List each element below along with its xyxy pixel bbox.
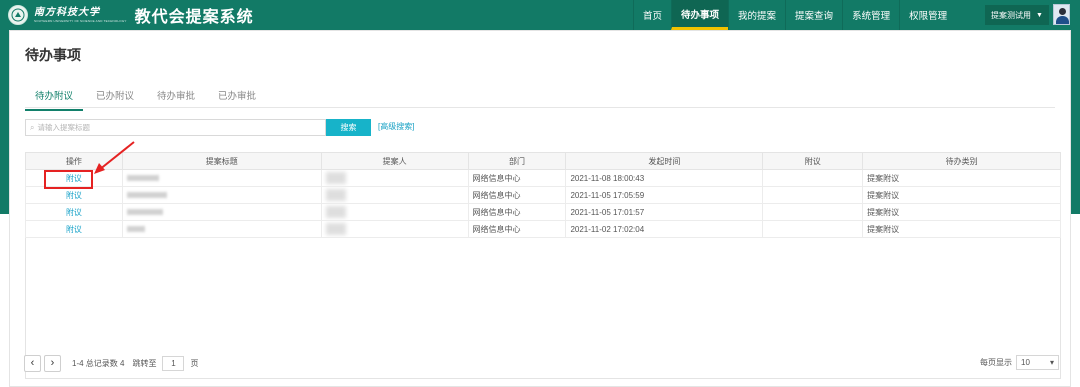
main-panel: 待办事项 待办附议 已办附议 待办审批 已办审批 ⌕ 请输入提案标题 搜索 [高…: [9, 30, 1071, 387]
page-jump-input[interactable]: 1: [162, 355, 185, 371]
col-category[interactable]: 待办类别: [862, 152, 1061, 170]
table-row[interactable]: 附议 网络信息中心 2021-11-08 18:00:43 提案附议: [25, 169, 1061, 187]
emblem-icon: [11, 8, 25, 22]
second-cell: [762, 203, 864, 221]
caret-down-icon: ▾: [1049, 358, 1054, 367]
dept-cell: 网络信息中心: [467, 203, 567, 221]
table-row[interactable]: 附议 网络信息中心 2021-11-02 17:02:04 提案附议: [25, 220, 1061, 238]
nav-proposal-search[interactable]: 提案查询: [785, 0, 842, 30]
col-second[interactable]: 附议: [762, 152, 864, 170]
highlight-box: [44, 170, 93, 189]
search-input[interactable]: ⌕ 请输入提案标题: [25, 119, 326, 136]
nav-permission-admin[interactable]: 权限管理: [899, 0, 956, 30]
second-cell: [762, 220, 864, 238]
nav-my-proposals[interactable]: 我的提案: [728, 0, 785, 30]
redacted-title: [126, 192, 167, 199]
jump-label: 跳转至: [132, 358, 157, 368]
per-page: 每页显示 10 ▾: [980, 355, 1059, 370]
time-cell: 2021-11-05 17:05:59: [565, 186, 764, 204]
university-name-en: SOUTHERN UNIVERSITY OF SCIENCE AND TECHN…: [34, 18, 127, 23]
system-title: 教代会提案系统: [134, 9, 254, 26]
record-summary: 1-4 总记录数 4: [72, 358, 125, 368]
dept-cell: 网络信息中心: [467, 186, 567, 204]
table-row[interactable]: 附议 网络信息中心 2021-11-05 17:01:57 提案附议: [25, 203, 1061, 221]
tabs-divider: [25, 107, 1055, 108]
pagination: ‹ › 1-4 总记录数 4 跳转至 1 页: [24, 354, 1060, 372]
col-department[interactable]: 部门: [467, 152, 567, 170]
main-nav: 首页 待办事项 我的提案 提案查询 系统管理 权限管理: [633, 0, 956, 30]
time-cell: 2021-11-08 18:00:43: [565, 169, 764, 187]
per-page-value: 10: [1021, 358, 1030, 367]
right-band: [1071, 30, 1080, 214]
redacted-proposer: [325, 189, 346, 201]
nav-system-admin[interactable]: 系统管理: [842, 0, 899, 30]
second-cell: [762, 186, 864, 204]
second-link[interactable]: 附议: [66, 208, 82, 217]
col-proposer[interactable]: 提案人: [320, 152, 469, 170]
col-title[interactable]: 提案标题: [121, 152, 322, 170]
todo-table: 操作 提案标题 提案人 部门 发起时间 附议 待办类别 附议 网络信息中心 20…: [25, 152, 1061, 238]
search-button[interactable]: 搜索: [326, 119, 371, 136]
chevron-left-icon: ‹: [30, 357, 35, 369]
category-cell: 提案附议: [862, 203, 1061, 221]
category-cell: 提案附议: [862, 220, 1061, 238]
search-icon: ⌕: [30, 122, 35, 132]
redacted-proposer: [325, 172, 346, 184]
caret-down-icon: ▼: [1036, 11, 1043, 19]
next-page-button[interactable]: ›: [44, 354, 61, 372]
university-name-cn: 南方科技大学: [34, 6, 100, 18]
university-name: 南方科技大学 SOUTHERN UNIVERSITY OF SCIENCE AN…: [34, 6, 127, 23]
avatar[interactable]: [1053, 4, 1070, 25]
prev-page-button[interactable]: ‹: [24, 354, 41, 372]
nav-todo[interactable]: 待办事项: [671, 0, 729, 30]
category-cell: 提案附议: [862, 169, 1061, 187]
user-menu[interactable]: 提案测试用 ▼: [985, 5, 1049, 25]
category-cell: 提案附议: [862, 186, 1061, 204]
time-cell: 2021-11-05 17:01:57: [565, 203, 764, 221]
search-placeholder: 请输入提案标题: [37, 123, 90, 132]
redacted-proposer: [325, 206, 346, 218]
university-logo: [8, 5, 28, 25]
per-page-select[interactable]: 10 ▾: [1016, 355, 1059, 370]
second-link[interactable]: 附议: [66, 191, 82, 200]
page-title: 待办事项: [25, 47, 81, 63]
table-header-row: 操作 提案标题 提案人 部门 发起时间 附议 待办类别: [25, 152, 1061, 170]
table-row[interactable]: 附议 网络信息中心 2021-11-05 17:05:59 提案附议: [25, 186, 1061, 204]
second-cell: [762, 169, 864, 187]
second-link[interactable]: 附议: [66, 225, 82, 234]
per-page-label: 每页显示: [980, 358, 1012, 367]
col-operation: 操作: [25, 152, 123, 170]
nav-home[interactable]: 首页: [633, 0, 671, 30]
left-band: [0, 30, 9, 214]
redacted-proposer: [325, 223, 346, 235]
redacted-title: [126, 209, 163, 216]
user-name: 提案测试用: [991, 10, 1031, 20]
page-unit: 页: [190, 358, 199, 368]
dept-cell: 网络信息中心: [467, 220, 567, 238]
redacted-title: [126, 226, 145, 233]
redacted-title: [126, 175, 159, 182]
dept-cell: 网络信息中心: [467, 169, 567, 187]
chevron-right-icon: ›: [50, 357, 55, 369]
advanced-search-link[interactable]: [高级搜索]: [378, 121, 414, 132]
time-cell: 2021-11-02 17:02:04: [565, 220, 764, 238]
col-time[interactable]: 发起时间: [565, 152, 764, 170]
